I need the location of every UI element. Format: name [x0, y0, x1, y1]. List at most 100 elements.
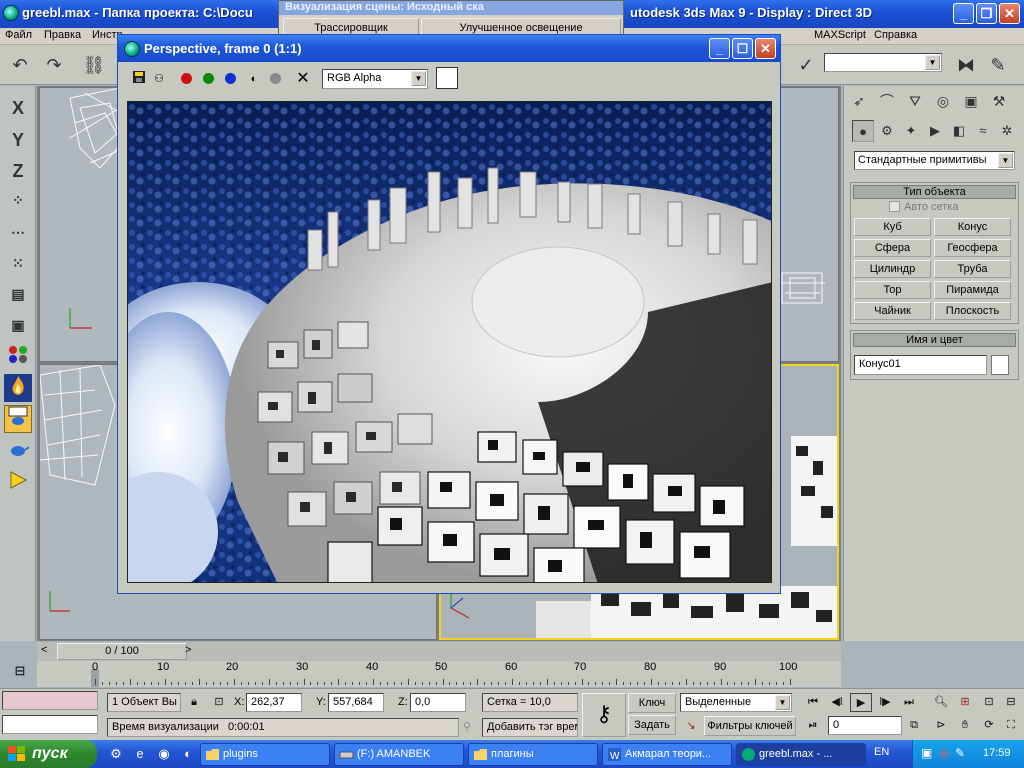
blue-channel-toggle[interactable]: [221, 70, 239, 88]
helpers-subtab-icon[interactable]: ◧: [948, 120, 970, 142]
zoom-all-icon[interactable]: ⊞: [954, 693, 976, 712]
y-coord-input[interactable]: 557,684: [328, 693, 384, 712]
menu-help[interactable]: Справка: [874, 29, 917, 41]
primitive-cone-button[interactable]: Конус: [934, 218, 1011, 236]
set-key-icon[interactable]: ⚷: [582, 693, 626, 737]
primitive-pyramid-button[interactable]: Пирамида: [934, 281, 1011, 299]
maximize-button[interactable]: ❐: [976, 3, 997, 24]
media-ql-icon[interactable]: ◉: [156, 746, 172, 762]
autogrid-checkbox[interactable]: Авто сетка: [889, 201, 959, 213]
goto-start-icon[interactable]: ⏮: [802, 693, 824, 712]
material-editor-icon[interactable]: [4, 342, 32, 370]
volume-tray-icon[interactable]: ✎: [955, 746, 965, 760]
object-color-swatch[interactable]: [991, 355, 1009, 375]
key-selection-dropdown[interactable]: Выделенные ▼: [680, 693, 792, 712]
play-render-icon[interactable]: [4, 470, 32, 498]
antivirus-tray-icon[interactable]: ◎: [939, 746, 949, 760]
primitive-category-dropdown[interactable]: Стандартные примитивы ▼: [854, 151, 1015, 170]
geometry-subtab-icon[interactable]: ●: [852, 120, 874, 142]
time-slider[interactable]: < 0 / 100 >: [37, 642, 841, 661]
modify-tab-icon[interactable]: ⌒: [876, 90, 898, 112]
systems-subtab-icon[interactable]: ✲: [996, 120, 1018, 142]
key-mode-icon[interactable]: ⏯: [802, 716, 824, 735]
name-color-header[interactable]: Имя и цвет: [853, 333, 1016, 347]
mini-curve-editor-icon[interactable]: ⊟: [7, 663, 33, 683]
zoom-extents-all-icon[interactable]: ⊟: [1000, 693, 1022, 712]
spacewarps-subtab-icon[interactable]: ≈: [972, 120, 994, 142]
primitive-torus-button[interactable]: Тор: [854, 281, 931, 299]
current-frame-input[interactable]: 0: [828, 716, 902, 735]
x-coord-input[interactable]: 262,37: [246, 693, 302, 712]
primitive-geosphere-button[interactable]: Геосфера: [934, 239, 1011, 257]
green-channel-toggle[interactable]: [199, 70, 217, 88]
mirror-icon[interactable]: ⧓: [952, 51, 980, 79]
clone-window-icon[interactable]: ⚇: [150, 70, 168, 88]
hierarchy-tab-icon[interactable]: ⛛: [904, 90, 926, 112]
utilities-tab-icon[interactable]: ⚒: [988, 90, 1010, 112]
primitive-tube-button[interactable]: Труба: [934, 260, 1011, 278]
start-button[interactable]: пуск: [0, 740, 97, 768]
save-image-icon[interactable]: [130, 70, 148, 88]
render-setup-icon[interactable]: [4, 374, 32, 402]
axis-x-button[interactable]: X: [4, 94, 32, 122]
zoom-extents-icon[interactable]: ⊡: [978, 693, 1000, 712]
monochrome-toggle[interactable]: [266, 70, 284, 88]
create-tab-icon[interactable]: ➶: [848, 90, 870, 112]
task-plugins[interactable]: plugins: [200, 743, 330, 766]
key-filters-button[interactable]: Фильтры ключей: [704, 716, 796, 736]
track-bar[interactable]: ⊟ 0 10 20 30 40 50 60 70 80 90 100: [15, 661, 841, 687]
time-config-icon[interactable]: ⧉: [903, 716, 925, 735]
set-key-button[interactable]: Задать: [628, 715, 676, 735]
add-time-tag[interactable]: Добавить тэг врем: [482, 718, 578, 737]
minimize-button[interactable]: _: [953, 3, 974, 24]
goto-end-icon[interactable]: ⏭: [898, 693, 920, 712]
auto-key-button[interactable]: Ключ: [628, 693, 676, 713]
primitive-plane-button[interactable]: Плоскость: [934, 302, 1011, 320]
snapshot-icon[interactable]: ⁙: [4, 249, 32, 277]
task-word-doc[interactable]: W Акмарал теори...: [602, 743, 732, 766]
display-tab-icon[interactable]: ▣: [960, 90, 982, 112]
render-teapot-icon[interactable]: [4, 405, 32, 433]
maxscript-listener-pink[interactable]: [2, 691, 98, 710]
explorer-ql-icon[interactable]: ◐: [180, 746, 196, 762]
array-icon[interactable]: ⁘: [4, 186, 32, 214]
time-slider-handle[interactable]: 0 / 100: [57, 643, 187, 660]
orbit-icon[interactable]: ⟳: [978, 716, 1000, 735]
object-type-header[interactable]: Тип объекта: [853, 185, 1016, 199]
render-close-button[interactable]: ✕: [755, 38, 776, 59]
prev-frame-icon[interactable]: ◀ǀ: [826, 693, 848, 712]
task-plaginy[interactable]: плагины: [468, 743, 598, 766]
undo-icon[interactable]: ↶: [6, 51, 34, 79]
time-next-icon[interactable]: >: [185, 644, 191, 656]
network-tray-icon[interactable]: ▣: [921, 746, 932, 760]
next-frame-icon[interactable]: ǀ▶: [874, 693, 896, 712]
display-channel-dropdown[interactable]: RGB Alpha ▼: [322, 69, 428, 89]
maxscript-listener-white[interactable]: [2, 715, 98, 734]
shapes-subtab-icon[interactable]: ⚙: [876, 120, 898, 142]
max-toggle-icon[interactable]: ⛶: [1000, 716, 1022, 735]
axis-y-button[interactable]: Y: [4, 126, 32, 154]
language-indicator[interactable]: EN: [874, 746, 889, 758]
layers-icon[interactable]: ▤: [4, 280, 32, 308]
motion-tab-icon[interactable]: ◎: [932, 90, 954, 112]
object-name-input[interactable]: Конус01: [854, 355, 987, 375]
primitive-box-button[interactable]: Куб: [854, 218, 931, 236]
ie-ql-icon[interactable]: e: [132, 746, 148, 762]
red-channel-toggle[interactable]: [177, 70, 195, 88]
primitive-sphere-button[interactable]: Сфера: [854, 239, 931, 257]
curve-editor-icon[interactable]: ▣: [4, 311, 32, 339]
menu-edit[interactable]: Правка: [44, 29, 81, 41]
zoom-icon[interactable]: 🔍︎: [930, 693, 952, 712]
menu-maxscript[interactable]: MAXScript: [814, 29, 866, 41]
lights-subtab-icon[interactable]: ✦: [900, 120, 922, 142]
lock-selection-icon[interactable]: 🔒︎: [183, 693, 205, 712]
absolute-mode-icon[interactable]: ⊡: [208, 693, 230, 712]
render-minimize-button[interactable]: _: [709, 38, 730, 59]
spacing-icon[interactable]: ⋯: [4, 218, 32, 246]
cameras-subtab-icon[interactable]: ▶: [924, 120, 946, 142]
spellcheck-icon[interactable]: ✓: [792, 51, 820, 79]
time-prev-icon[interactable]: <: [41, 644, 47, 656]
select-link-icon[interactable]: ⛓: [80, 51, 108, 79]
eraser-icon[interactable]: ✎: [984, 51, 1012, 79]
close-button[interactable]: ✕: [999, 3, 1020, 24]
